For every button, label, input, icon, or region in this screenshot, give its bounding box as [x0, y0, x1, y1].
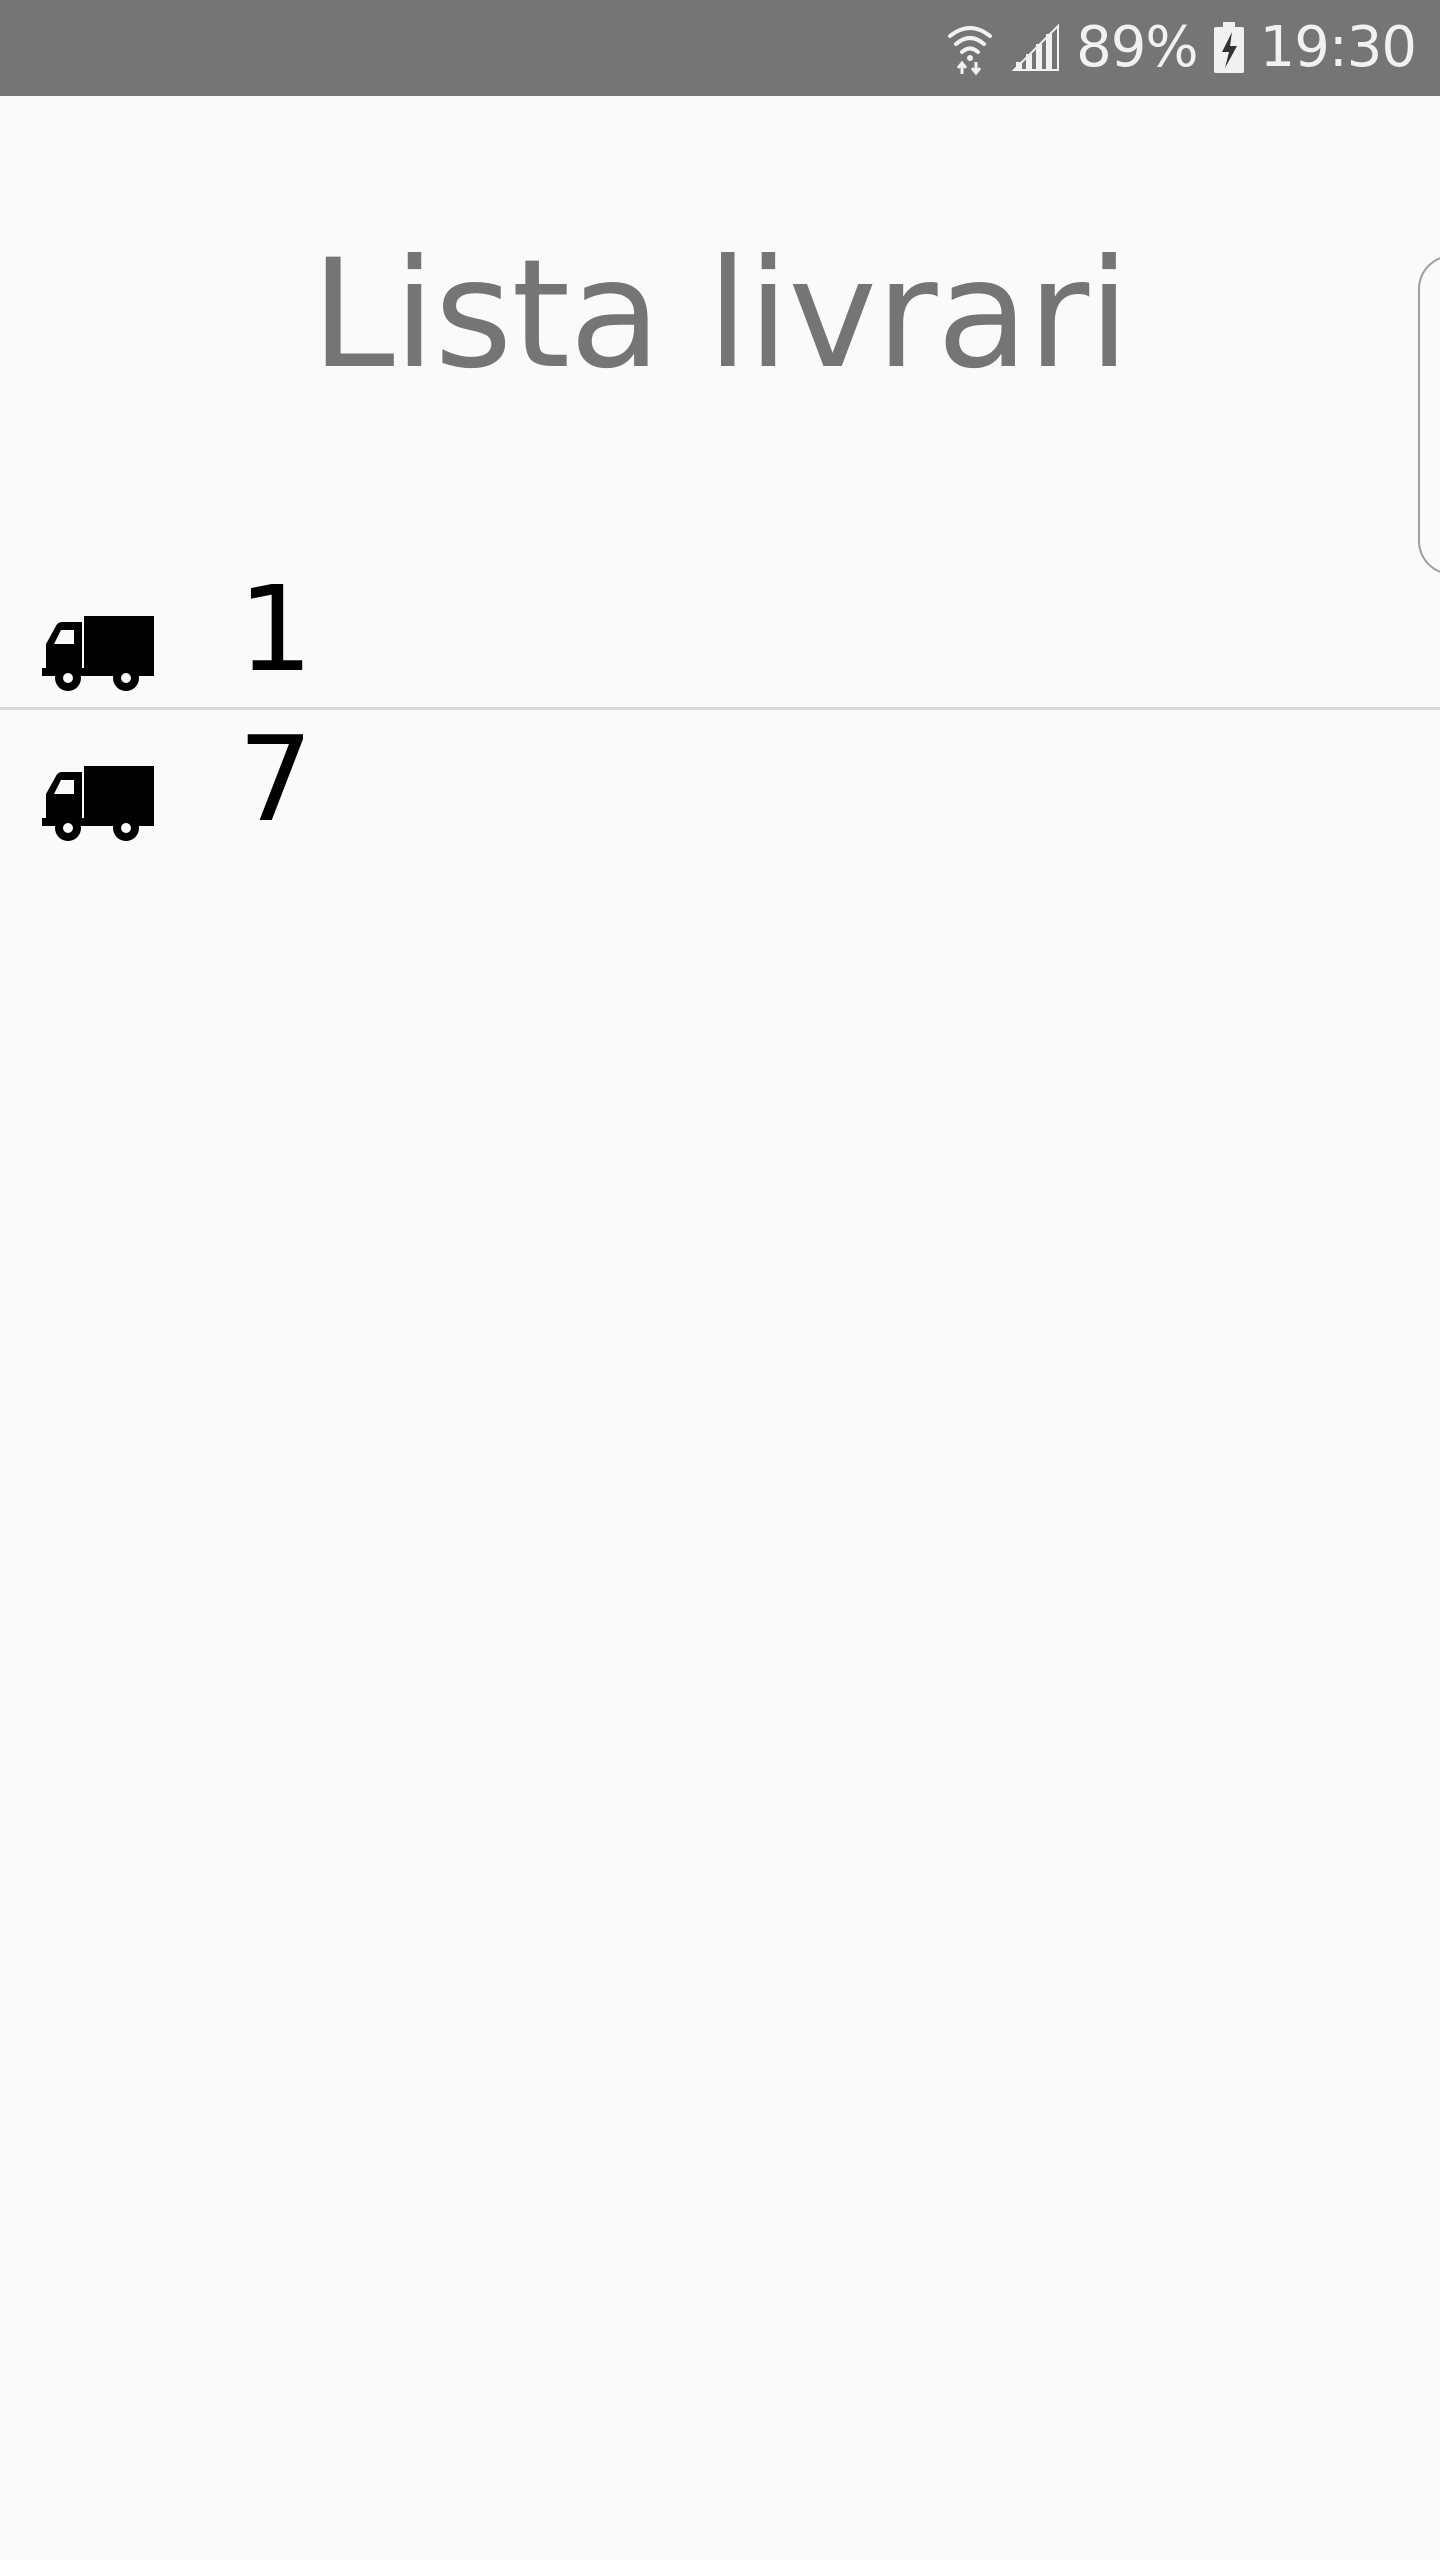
wifi-icon [946, 20, 994, 76]
status-bar: 89% 19:30 [0, 0, 1440, 96]
delivery-number: 1 [238, 560, 314, 698]
list-item[interactable]: 7 [0, 710, 1440, 860]
page-title: Lista livrari [311, 228, 1130, 402]
battery-percent: 89% [1076, 15, 1198, 80]
delivery-number: 7 [238, 710, 314, 848]
status-icons: 89% 19:30 [946, 0, 1417, 96]
truck-icon [42, 610, 156, 692]
signal-icon [1008, 22, 1062, 74]
list-item[interactable]: 1 [0, 560, 1440, 710]
clock: 19:30 [1259, 15, 1417, 80]
truck-icon [42, 760, 156, 842]
delivery-list: 1 7 [0, 560, 1440, 860]
battery-charging-icon [1212, 22, 1246, 74]
side-panel-handle[interactable] [1418, 255, 1440, 575]
